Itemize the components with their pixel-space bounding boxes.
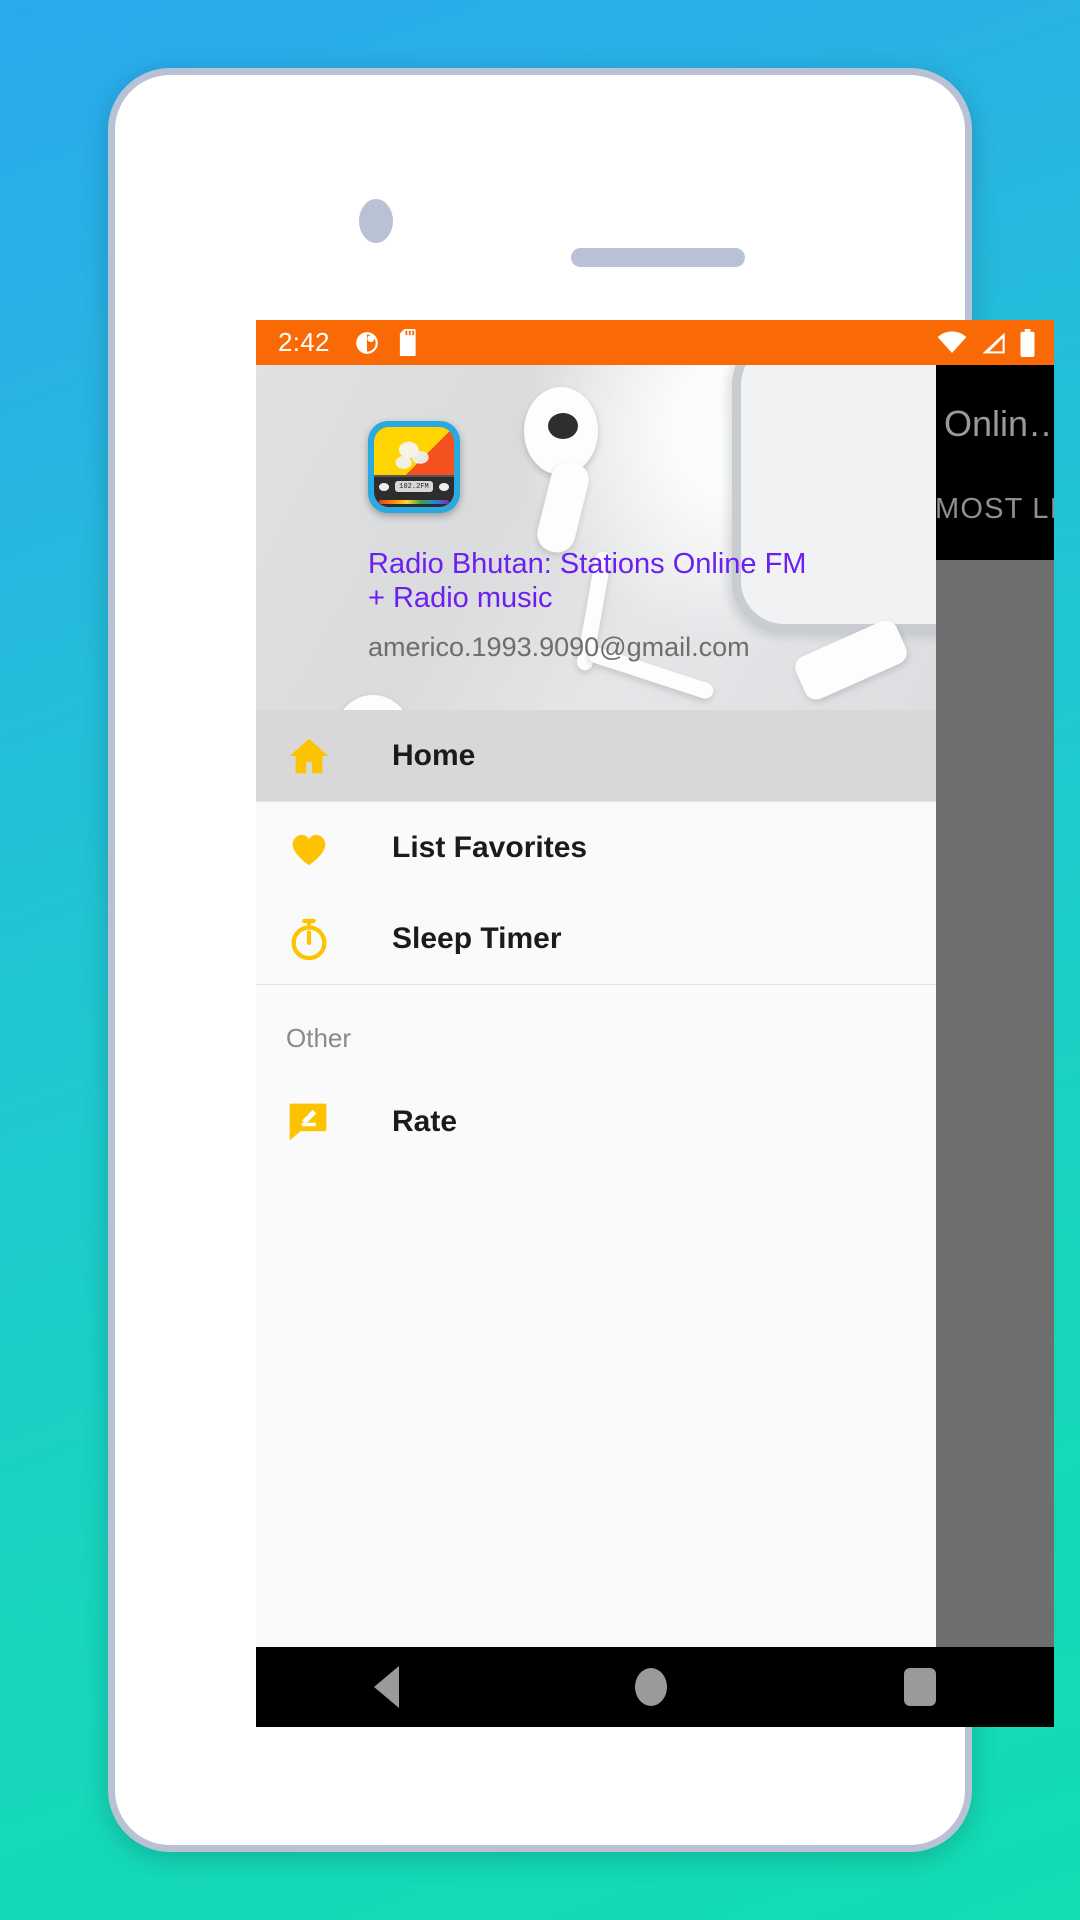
sd-card-icon <box>399 329 416 356</box>
app-content: Onlin… MOST LISTENED <box>256 365 1054 1647</box>
wifi-icon <box>937 330 967 353</box>
phone-screen: 2:42 Onlin… MOST L 102.2FM Radio Bhutan:… <box>256 320 1054 1727</box>
home-icon <box>286 733 348 779</box>
drawer-header: 102.2FM Radio Bhutan: Stations Online FM… <box>256 365 936 710</box>
tab-most-listened[interactable]: MOST LISTENED <box>935 493 1054 526</box>
sidebar-item-label: Sleep Timer <box>392 921 562 955</box>
radio-frequency-display: 102.2FM <box>394 481 434 492</box>
radio-knob-left <box>378 483 390 491</box>
home-circle-icon[interactable] <box>635 1668 668 1706</box>
front-camera-icon <box>359 199 393 243</box>
drawer-app-title: Radio Bhutan: Stations Online FM + Radio… <box>368 548 807 615</box>
drawer-menu: Home List Favorites Sleep Timer Other Ra… <box>256 710 936 1647</box>
drawer-section-other: Other <box>286 1023 352 1053</box>
sidebar-item-label: Home <box>392 738 476 772</box>
sidebar-item-label: Rate <box>392 1104 458 1138</box>
android-navigation-bar <box>256 1647 1054 1727</box>
phone-device-frame: 2:42 Onlin… MOST L 102.2FM Radio Bhutan:… <box>108 68 1054 1852</box>
navigation-drawer: 102.2FM Radio Bhutan: Stations Online FM… <box>256 365 936 1647</box>
app-bar-title: Onlin… <box>944 403 1054 444</box>
drawer-account-email: americo.1993.9090@gmail.com <box>368 632 750 662</box>
notification-dot-icon <box>355 331 378 354</box>
sidebar-item-rate[interactable]: Rate <box>256 1076 936 1167</box>
cellular-signal-icon <box>982 332 1005 353</box>
sidebar-item-label: List Favorites <box>392 830 588 864</box>
heart-icon <box>286 825 348 871</box>
sidebar-item-list-favorites[interactable]: List Favorites <box>256 802 936 893</box>
recents-square-icon[interactable] <box>903 1668 936 1706</box>
radio-rainbow-stripe <box>378 500 450 504</box>
sidebar-item-sleep-timer[interactable]: Sleep Timer <box>256 893 936 984</box>
photo-earbud-top-stem <box>533 457 593 557</box>
photo-earbud-top-hole <box>548 413 578 439</box>
bhutan-dragon-icon <box>388 433 440 475</box>
battery-icon <box>1020 328 1035 357</box>
status-bar: 2:42 <box>256 320 1054 365</box>
timer-icon <box>286 916 348 962</box>
radio-knob-right <box>438 483 450 491</box>
sidebar-item-home[interactable]: Home <box>256 710 936 801</box>
photo-earbud-bottom <box>334 695 412 710</box>
status-bar-clock: 2:42 <box>278 327 330 357</box>
back-triangle-icon[interactable] <box>374 1666 400 1708</box>
rate-review-icon <box>286 1100 348 1144</box>
earpiece-speaker <box>571 248 745 267</box>
radio-bhutan-app-icon: 102.2FM <box>368 421 460 513</box>
